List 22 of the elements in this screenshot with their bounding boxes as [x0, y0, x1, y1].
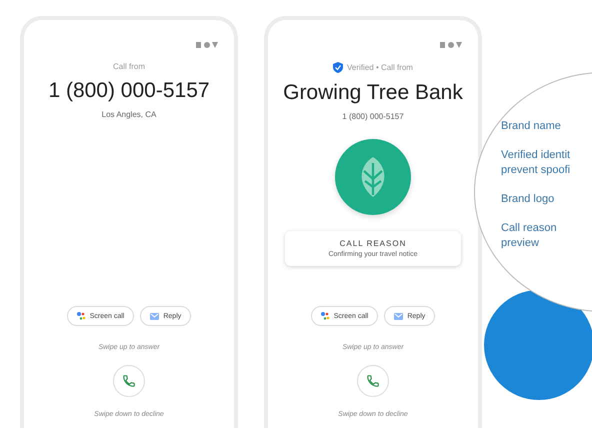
caller-name: 1 (800) 000-5157: [48, 79, 210, 103]
message-icon: [394, 312, 404, 320]
message-icon: [150, 312, 160, 320]
callout-label: Brand logo: [501, 192, 556, 207]
phone-icon: [122, 374, 136, 388]
phone-icon: [366, 374, 380, 388]
status-bar-icons: [440, 42, 462, 48]
caller-caption: Call from: [112, 62, 145, 71]
caller-name: Growing Tree Bank: [283, 81, 463, 105]
caller-caption: Verified • Call from: [347, 63, 413, 72]
answer-button[interactable]: [357, 365, 389, 397]
caller-detail: Los Angles, CA: [102, 110, 156, 119]
caller-detail: 1 (800) 000-5157: [342, 112, 404, 121]
call-reason-heading: CALL REASON: [340, 239, 406, 248]
callout-label: Brand name: [501, 119, 562, 134]
verified-shield-icon: [333, 62, 344, 73]
callout-label: Call reason preview: [501, 221, 558, 251]
assistant-icon: [320, 312, 330, 320]
callout-label: Verified identit prevent spoofi: [501, 148, 572, 178]
status-bar-icons: [196, 42, 218, 48]
assistant-icon: [76, 312, 86, 320]
answer-button[interactable]: [113, 365, 145, 397]
